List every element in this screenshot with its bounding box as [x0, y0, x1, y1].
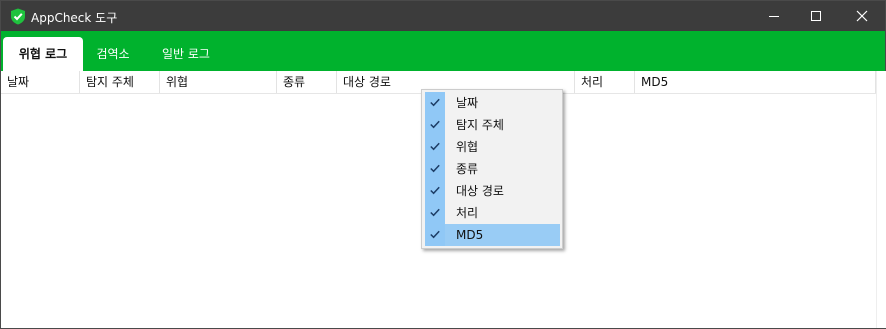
- menu-item-label: 종류: [456, 162, 479, 176]
- menu-item-md5[interactable]: MD5: [425, 224, 560, 246]
- menu-item-action[interactable]: 처리: [425, 202, 560, 224]
- menu-item-threat[interactable]: 위협: [425, 136, 560, 158]
- close-icon: [856, 10, 868, 22]
- appcheck-shield-icon: [11, 8, 25, 25]
- checkmark-icon: [425, 158, 445, 180]
- checkmark-icon: [425, 114, 445, 136]
- menu-item-type[interactable]: 종류: [425, 158, 560, 180]
- app-window: AppCheck 도구 위협 로그 검역소 일반 로그 날짜 탐지 주체 위협 …: [0, 0, 886, 329]
- menu-item-detector[interactable]: 탐지 주체: [425, 114, 560, 136]
- tab-threat-log[interactable]: 위협 로그: [3, 37, 83, 71]
- title-bar[interactable]: AppCheck 도구: [1, 1, 885, 31]
- menu-item-target-path[interactable]: 대상 경로: [425, 180, 560, 202]
- window-title: AppCheck 도구: [31, 11, 118, 25]
- minimize-button[interactable]: [751, 1, 797, 31]
- column-header-date[interactable]: 날짜: [1, 71, 80, 93]
- column-header-md5[interactable]: MD5: [635, 71, 876, 93]
- tab-bar: 위협 로그 검역소 일반 로그: [1, 31, 885, 71]
- column-header-detector[interactable]: 탐지 주체: [80, 71, 160, 93]
- column-header-action[interactable]: 처리: [575, 71, 635, 93]
- column-context-menu: 날짜 탐지 주체 위협 종류 대상 경로 처리 MD5: [421, 89, 563, 249]
- menu-item-label: 위협: [456, 140, 479, 154]
- checkmark-icon: [425, 202, 445, 224]
- menu-item-label: 처리: [456, 206, 479, 220]
- menu-item-label: MD5: [456, 228, 484, 242]
- table-scrollbar[interactable]: [876, 71, 886, 328]
- close-button[interactable]: [839, 1, 885, 31]
- checkmark-icon: [425, 224, 445, 246]
- column-header-type[interactable]: 종류: [277, 71, 337, 93]
- maximize-icon: [811, 11, 821, 21]
- menu-item-date[interactable]: 날짜: [425, 92, 560, 114]
- tab-quarantine[interactable]: 검역소: [83, 37, 143, 71]
- menu-item-label: 대상 경로: [456, 184, 504, 198]
- tab-general-log[interactable]: 일반 로그: [147, 37, 225, 71]
- checkmark-icon: [425, 136, 445, 158]
- checkmark-icon: [425, 180, 445, 202]
- minimize-icon: [769, 16, 779, 17]
- checkmark-icon: [425, 92, 445, 114]
- menu-item-label: 탐지 주체: [456, 118, 504, 132]
- menu-item-label: 날짜: [456, 96, 479, 110]
- column-header-threat[interactable]: 위협: [160, 71, 277, 93]
- maximize-button[interactable]: [793, 1, 839, 31]
